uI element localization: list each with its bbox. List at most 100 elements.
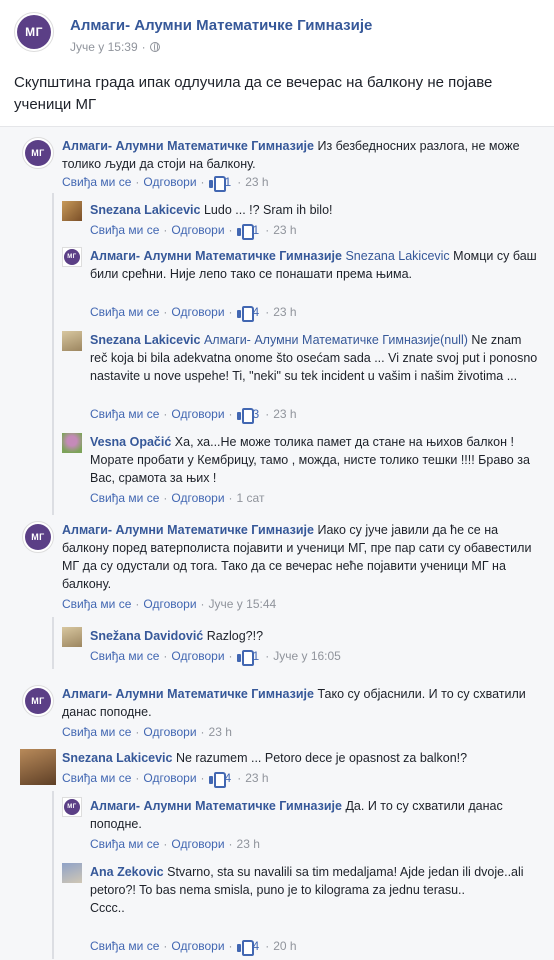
post-time[interactable]: Јуче у 15:39 (70, 40, 138, 54)
like-link[interactable]: Свиђа ми се (90, 223, 159, 237)
commenter-avatar[interactable]: МГ (22, 521, 54, 553)
comment-body: Алмаги- Алумни Математичке Гимназије Sne… (90, 247, 540, 283)
comment-text: Razlog?!? (206, 629, 264, 643)
commenter-avatar[interactable]: МГ (22, 685, 54, 717)
comment-time[interactable]: 23 h (273, 407, 296, 421)
comment-author[interactable]: Алмаги- Алумни Математичке Гимназије (62, 523, 314, 537)
comment-time[interactable]: Јуче у 16:05 (273, 649, 341, 663)
like-count[interactable]: 1 (253, 649, 260, 663)
reply: Snezana Lakicevic Ludo ... !? Sram ih bi… (62, 201, 542, 241)
commenter-avatar[interactable] (20, 749, 56, 785)
comment-body: Snežana Davidović Razlog?!? (90, 627, 540, 645)
globe-icon[interactable] (149, 42, 160, 52)
commenter-avatar[interactable]: МГ (22, 137, 54, 169)
reply-link[interactable]: Одговори (143, 725, 196, 739)
comment: МГ Алмаги- Алумни Математичке Гимназије … (14, 521, 544, 617)
comment-author[interactable]: Snežana Davidović (90, 629, 203, 643)
comment-time[interactable]: Јуче у 15:44 (209, 597, 277, 611)
like-link[interactable]: Свиђа ми се (90, 649, 159, 663)
commenter-avatar[interactable] (62, 863, 82, 883)
thumbs-up-icon[interactable] (236, 940, 254, 956)
reply: Snežana Davidović Razlog?!? Свиђа ми се ·… (62, 627, 542, 667)
reply-link[interactable]: Одговори (143, 597, 196, 611)
comment-author[interactable]: Vesna Opačić (90, 435, 171, 449)
comment-author[interactable]: Snezana Lakicevic (90, 203, 200, 217)
like-link[interactable]: Свиђа ми се (62, 771, 131, 785)
page-avatar[interactable]: МГ (14, 12, 54, 52)
thumbs-up-icon[interactable] (208, 176, 226, 192)
reply-link[interactable]: Одговори (171, 837, 224, 851)
comment-text: Ludo ... !? Sram ih bilo! (203, 203, 333, 217)
post-text: Скупштина града ипак одлучила да се вече… (14, 74, 493, 113)
comment: МГ Алмаги- Алумни Математичке Гимназије … (14, 685, 544, 745)
comment-body: Ana Zekovic Stvarno, sta su navalili sa … (90, 863, 540, 917)
like-link[interactable]: Свиђа ми се (90, 837, 159, 851)
thumbs-up-icon[interactable] (236, 408, 254, 424)
comment-author[interactable]: Алмаги- Алумни Математичке Гимназије (90, 249, 342, 263)
comment-author[interactable]: Ana Zekovic (90, 865, 164, 879)
reply: Snezana Lakicevic Алмаги- Алумни Математ… (62, 331, 542, 424)
comment-author[interactable]: Алмаги- Алумни Математичке Гимназије (90, 799, 342, 813)
reply-link[interactable]: Одговори (171, 407, 224, 421)
reply-thread-line (52, 617, 54, 669)
thumbs-up-icon[interactable] (236, 224, 254, 240)
like-count[interactable]: 4 (253, 939, 260, 953)
like-count[interactable]: 4 (253, 305, 260, 319)
like-link[interactable]: Свиђа ми се (62, 597, 131, 611)
commenter-avatar[interactable]: МГ (62, 247, 82, 267)
comment-author[interactable]: Алмаги- Алумни Математичке Гимназије (62, 687, 314, 701)
reply-link[interactable]: Одговори (171, 939, 224, 953)
comment-body: Snezana Lakicevic Ludo ... !? Sram ih bi… (90, 201, 540, 219)
like-count[interactable]: 4 (225, 771, 232, 785)
thumbs-up-icon[interactable] (208, 772, 226, 788)
page-logo: МГ (25, 688, 51, 714)
comments-section: МГ Алмаги- Алумни Математичке Гимназије … (0, 126, 554, 960)
like-link[interactable]: Свиђа ми се (62, 175, 131, 189)
comment-time[interactable]: 23 h (273, 223, 296, 237)
reply-link[interactable]: Одговори (171, 305, 224, 319)
like-link[interactable]: Свиђа ми се (90, 939, 159, 953)
comment-time[interactable]: 23 h (237, 837, 260, 851)
comment: Snezana Lakicevic Ne razumem ... Petoro … (14, 749, 544, 793)
page-logo: МГ (17, 15, 51, 49)
post-header: МГ Алмаги- Алумни Математичке Гимназије … (0, 0, 554, 126)
reply-link[interactable]: Одговори (171, 649, 224, 663)
commenter-avatar[interactable] (62, 433, 82, 453)
like-link[interactable]: Свиђа ми се (90, 407, 159, 421)
commenter-avatar[interactable] (62, 331, 82, 351)
reply-link[interactable]: Одговори (171, 491, 224, 505)
comment-text: Ne razumem ... Petoro dece je opasnost z… (175, 751, 468, 765)
commenter-avatar[interactable]: МГ (62, 797, 82, 817)
thumbs-up-icon[interactable] (236, 306, 254, 322)
like-count[interactable]: 3 (253, 407, 260, 421)
comment-author[interactable]: Snezana Lakicevic (62, 751, 172, 765)
comment-actions: Свиђа ми се · Одговори · 4 · 23 h (62, 771, 269, 788)
comment-mention[interactable]: Алмаги- Алумни Математичке Гимназије(nul… (204, 333, 468, 347)
commenter-avatar[interactable] (62, 201, 82, 221)
comment-time[interactable]: 23 h (245, 771, 268, 785)
comment-author[interactable]: Snezana Lakicevic (90, 333, 200, 347)
comment-actions: Свиђа ми се · Одговори · 3 · 23 h (90, 407, 297, 424)
commenter-avatar[interactable] (62, 627, 82, 647)
comment-text-continued: Cccc.. (90, 901, 125, 915)
page-name-link[interactable]: Алмаги- Алумни Математичке Гимназије (70, 17, 372, 34)
comment-author[interactable]: Алмаги- Алумни Математичке Гимназије (62, 139, 314, 153)
comment-time[interactable]: 23 h (209, 725, 232, 739)
comment-time[interactable]: 23 h (273, 305, 296, 319)
like-count[interactable]: 1 (253, 223, 260, 237)
reply-link[interactable]: Одговори (171, 223, 224, 237)
thumbs-up-icon[interactable] (236, 650, 254, 666)
like-link[interactable]: Свиђа ми се (62, 725, 131, 739)
comment-time[interactable]: 20 h (273, 939, 296, 953)
page-logo: МГ (25, 524, 51, 550)
comment-mention[interactable]: Snezana Lakicevic (345, 249, 449, 263)
like-link[interactable]: Свиђа ми се (90, 491, 159, 505)
comment-time[interactable]: 1 сат (237, 491, 265, 505)
like-link[interactable]: Свиђа ми се (90, 305, 159, 319)
meta-separator: · (141, 40, 146, 54)
reply-link[interactable]: Одговори (143, 175, 196, 189)
comment-time[interactable]: 23 h (245, 175, 268, 189)
like-count[interactable]: 1 (225, 175, 232, 189)
reply-link[interactable]: Одговори (143, 771, 196, 785)
comment-body: Алмаги- Алумни Математичке Гимназије Да.… (90, 797, 540, 833)
